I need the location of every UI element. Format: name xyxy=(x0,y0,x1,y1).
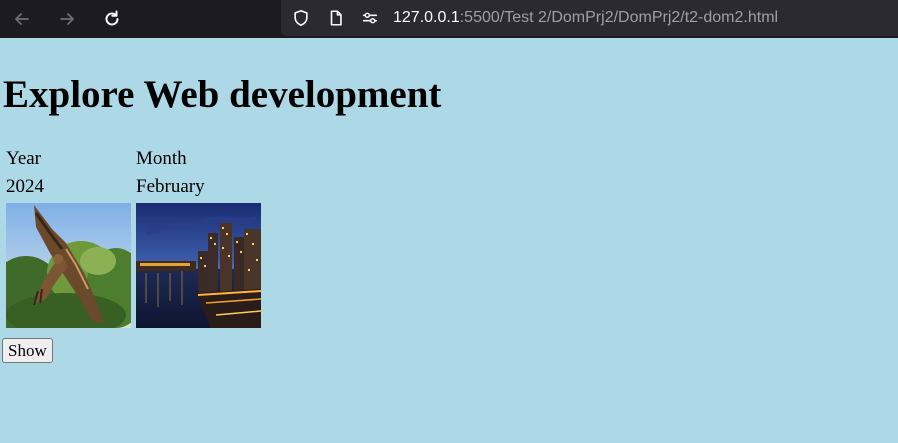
url-host: 127.0.0.1 xyxy=(393,9,460,26)
eagle-photo xyxy=(6,203,131,328)
reload-icon xyxy=(105,10,119,26)
site-permissions-icon[interactable] xyxy=(360,8,380,28)
table-cell-year: 2024 xyxy=(6,176,44,197)
table-cell-month: February xyxy=(136,176,205,197)
url-text[interactable]: 127.0.0.1:5500/Test 2/DomPrj2/DomPrj2/t2… xyxy=(393,8,778,28)
address-bar[interactable]: 127.0.0.1:5500/Test 2/DomPrj2/DomPrj2/t2… xyxy=(281,0,898,36)
back-arrow-icon xyxy=(15,13,29,25)
reload-button[interactable] xyxy=(99,6,125,32)
url-path: :5500/Test 2/DomPrj2/DomPrj2/t2-dom2.htm… xyxy=(459,9,779,26)
page-info-icon[interactable] xyxy=(326,8,346,28)
back-button[interactable] xyxy=(9,6,35,32)
show-button[interactable]: Show xyxy=(2,338,53,363)
browser-toolbar: 127.0.0.1:5500/Test 2/DomPrj2/DomPrj2/t2… xyxy=(0,0,898,38)
forward-button[interactable] xyxy=(54,6,80,32)
page-title: Explore Web development xyxy=(3,73,442,116)
tracking-protection-shield-icon[interactable] xyxy=(291,8,311,28)
forward-arrow-icon xyxy=(60,13,74,25)
city-night-photo xyxy=(136,203,261,328)
table-header-month: Month xyxy=(136,148,187,169)
table-header-year: Year xyxy=(6,148,42,169)
